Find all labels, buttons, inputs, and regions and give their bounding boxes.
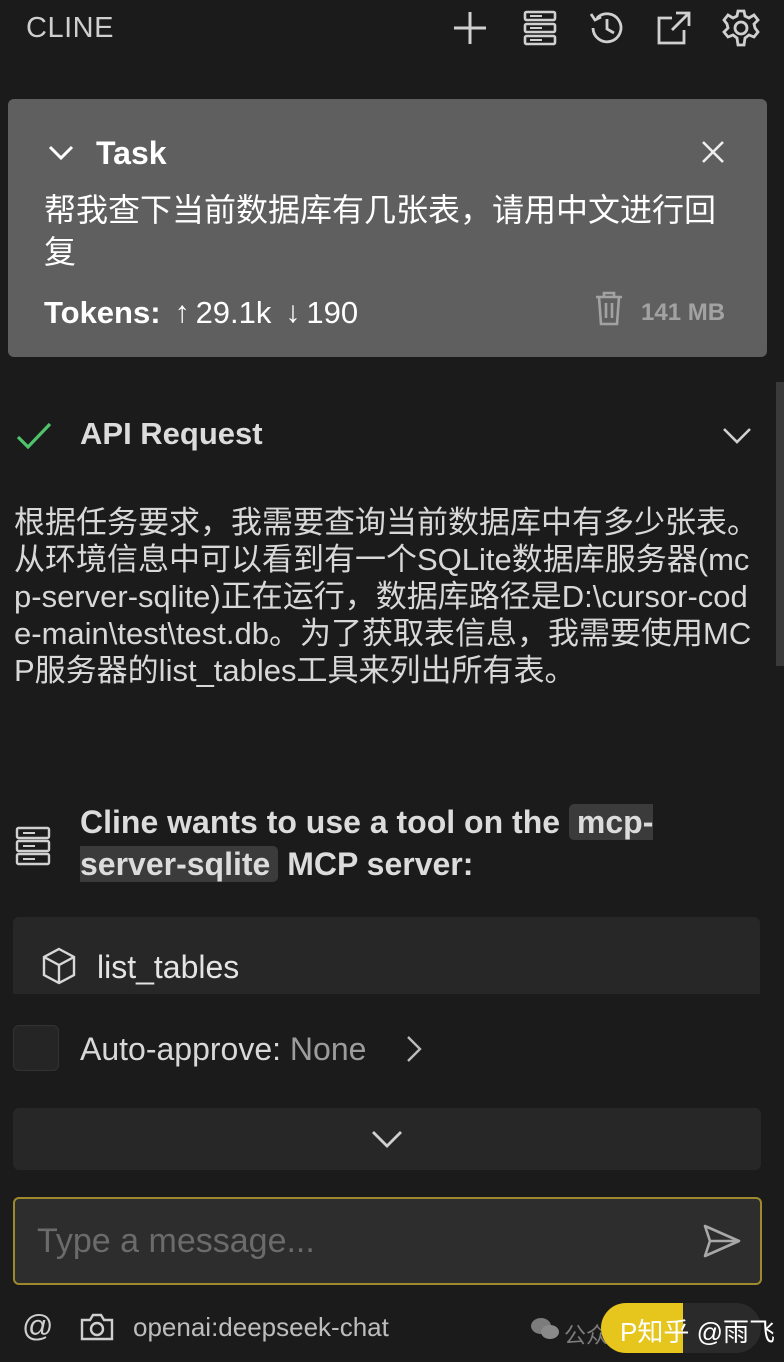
arrow-down-icon: ↓ [285,296,301,329]
collapse-chevron-icon[interactable] [46,137,76,167]
auto-approve-value: None [289,1031,367,1067]
server-icon [15,826,51,866]
model-selector[interactable]: openai:deepseek-chat [133,1312,389,1343]
scroll-down-button[interactable] [13,1108,761,1170]
expand-chevron-icon[interactable] [720,420,754,450]
arrow-up-icon: ↑ [174,296,190,329]
tokens-in: 29.1k [195,295,272,330]
mcp-suffix: MCP server: [278,846,474,882]
tokens-row: Tokens: ↑ 29.1k ↓ 190 [44,295,358,331]
send-icon[interactable] [702,1222,742,1260]
tokens-label: Tokens: [44,295,161,330]
task-text: 帮我查下当前数据库有几张表，请用中文进行回复 [44,192,717,270]
mcp-servers-icon[interactable] [520,8,560,48]
close-task-icon[interactable] [698,137,728,167]
assistant-message: 根据任务要求，我需要查询当前数据库中有多少张表。从环境信息中可以看到有一个SQL… [14,505,758,688]
auto-approve-label: Auto-approve: [80,1031,282,1067]
new-task-plus-icon[interactable] [450,8,490,48]
chevron-right-icon[interactable] [402,1033,426,1065]
popout-icon[interactable] [654,8,694,48]
wechat-icon [530,1316,560,1342]
mention-button[interactable]: @ [22,1308,53,1344]
message-input[interactable] [13,1197,762,1285]
task-label: Task [96,135,167,171]
task-card: Task 帮我查下当前数据库有几张表，请用中文进行回复 Tokens: ↑ 29… [8,99,767,357]
tool-name: list_tables [97,949,240,985]
camera-icon[interactable] [80,1312,114,1342]
history-icon[interactable] [587,8,627,48]
chevron-down-icon [372,1131,402,1148]
watermark-badge-text: P知乎 @雨飞 [620,1317,775,1347]
scrollbar[interactable] [776,382,784,666]
cube-icon [41,947,77,985]
auto-approve-toggle[interactable]: Auto-approve: None [80,1031,366,1068]
mcp-prefix: Cline wants to use a tool on the [80,804,569,840]
check-icon [14,416,54,456]
mcp-request-text: Cline wants to use a tool on the mcp-ser… [80,801,720,885]
auto-approve-checkbox[interactable] [13,1025,59,1071]
trash-icon[interactable] [593,289,625,327]
api-request-label: API Request [80,416,263,451]
app-title: CLINE [26,12,114,44]
tool-card[interactable]: list_tables [13,917,760,994]
tokens-out: 190 [306,295,359,330]
storage-size: 141 MB [641,299,726,326]
gear-icon[interactable] [721,8,761,48]
